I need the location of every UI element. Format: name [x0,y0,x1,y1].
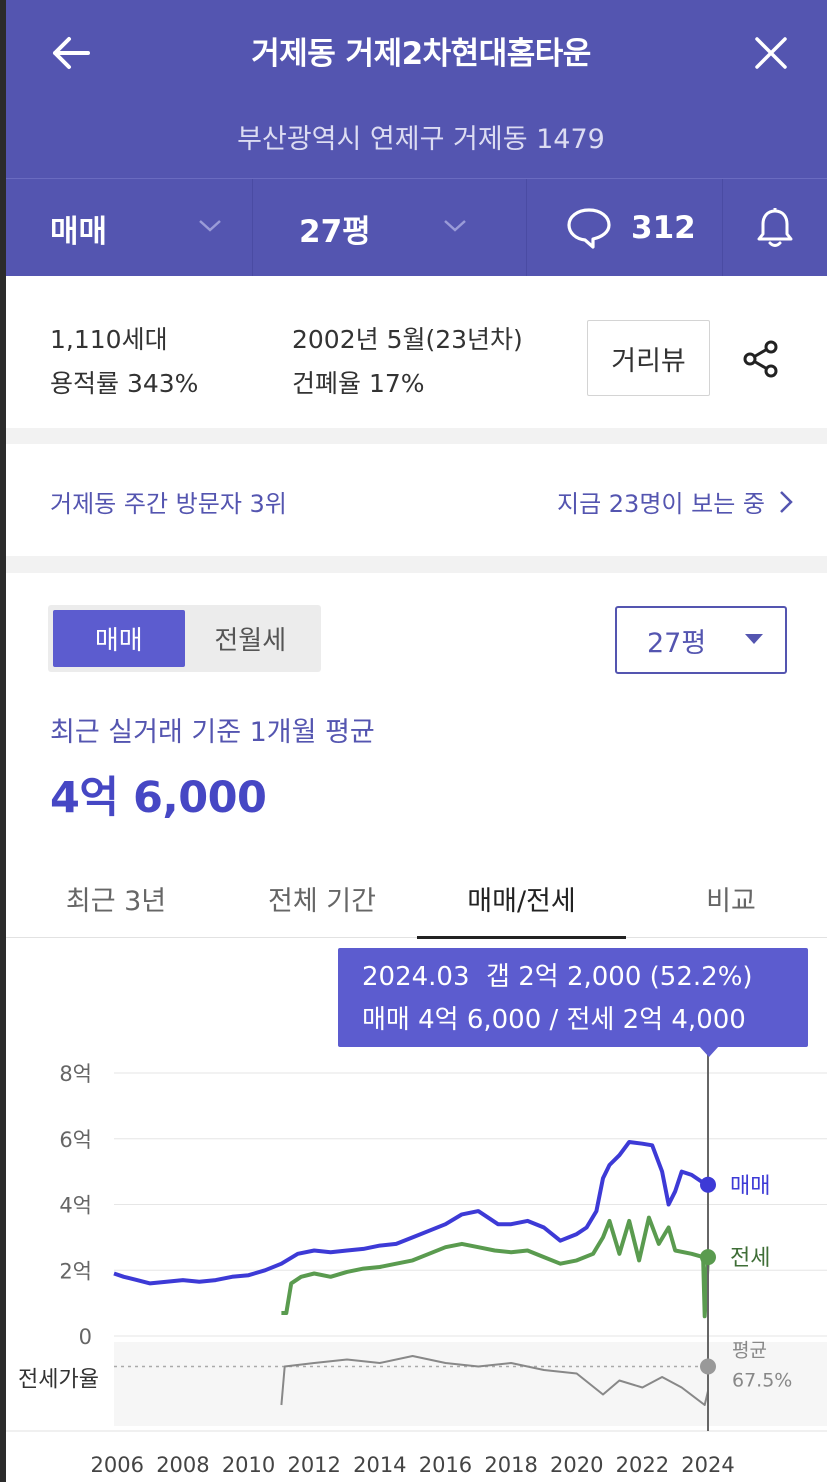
close-button[interactable] [746,28,796,78]
arrow-left-icon [53,37,90,69]
header-top: 거제동 거제2차현대홈타운 부산광역시 연제구 거제동 1479 [6,0,827,178]
x-tick-label: 2012 [287,1453,340,1477]
coverage-ratio: 건폐율 17% [292,369,425,398]
comment-count: 312 [631,210,696,246]
share-icon [743,340,778,378]
legend-ratio-avg-label: 평균 [732,1340,767,1362]
pyeong-label: 27평 [299,213,371,250]
visitor-row: 거제동 주간 방문자 3위 지금 23명이 보는 중 [6,444,827,556]
info-col-right: 2002년 5월(23년차) 건폐율 17% [292,318,523,406]
tooltip-gap-line: 2024.03 갭 2억 2,000 (52.2%) [362,962,753,992]
weekly-visitor-rank[interactable]: 거제동 주간 방문자 3위 [50,484,287,519]
households: 1,110세대 [50,325,168,354]
floor-area-ratio: 용적률 343% [50,369,199,398]
size-select[interactable]: 27평 [615,606,787,674]
jeonse-point-marker [700,1249,716,1266]
size-select-value: 27평 [647,627,707,659]
tooltip-arrow [699,1046,719,1057]
sale-point-marker [700,1176,716,1193]
y-tick-label: 6억 [59,1128,92,1152]
ratio-point-marker [700,1358,716,1375]
trade-type-dropdown[interactable]: 매매 [6,179,253,277]
trade-segment-control: 매매 전월세 [48,605,321,672]
street-view-button[interactable]: 거리뷰 [587,320,710,396]
y-tick-label: 0 [79,1325,92,1349]
avg-price-label: 최근 실거래 기준 1개월 평균 [50,717,375,748]
comments-button[interactable]: 312 [527,179,723,277]
built-year: 2002년 5월(23년차) [292,325,523,354]
tooltip-price-line: 매매 4억 6,000 / 전세 2억 4,000 [362,1005,746,1035]
chevron-down-icon [199,220,221,232]
period-tabs: 최근 3년 전체 기간 매매/전세 비교 [6,858,827,939]
legend-sale: 매매 [730,1174,770,1199]
x-tick-label: 2018 [484,1453,537,1477]
caret-down-icon [745,634,763,644]
address: 부산광역시 연제구 거제동 1479 [237,124,605,155]
x-tick-label: 2020 [550,1453,603,1477]
tab-all-period[interactable]: 전체 기간 [242,858,402,938]
trade-type-label: 매매 [50,213,108,250]
legend-ratio-avg-value: 67.5% [732,1370,792,1392]
tab-sale-jeonse[interactable]: 매매/전세 [417,858,626,939]
tab-recent-3y[interactable]: 최근 3년 [46,858,186,938]
chart-tooltip: 2024.03 갭 2억 2,000 (52.2%) 매매 4억 6,000 /… [338,948,808,1047]
y-tick-label: 2억 [59,1259,92,1283]
back-button[interactable] [46,28,96,78]
x-tick-label: 2024 [681,1453,734,1477]
share-button[interactable] [736,334,786,384]
watching-now-link[interactable]: 지금 23명이 보는 중 [557,484,793,519]
section-divider [6,556,827,573]
speech-bubble-icon [567,208,611,249]
jeonse-series-line [281,1215,710,1319]
x-tick-label: 2014 [353,1453,406,1477]
pyeong-dropdown[interactable]: 27평 [253,179,527,277]
chevron-down-icon [444,220,466,232]
segment-rent[interactable]: 전월세 [185,610,317,667]
x-tick-label: 2010 [222,1453,275,1477]
chevron-right-icon [780,490,793,513]
ratio-band [114,1342,827,1426]
header-filter-bar: 매매 27평 312 [6,178,827,277]
bell-icon [757,208,793,247]
info-col-left: 1,110세대 용적률 343% [50,318,198,406]
section-divider [6,428,827,444]
page-title: 거제동 거제2차현대홈타운 [251,36,591,72]
legend-ratio: 전세가율 [18,1368,99,1393]
notification-button[interactable] [723,179,827,277]
x-tick-label: 2016 [419,1453,472,1477]
legend-jeonse: 전세 [730,1246,770,1271]
watching-now-text: 지금 23명이 보는 중 [557,490,765,518]
close-icon [755,37,787,69]
x-tick-label: 2022 [616,1453,669,1477]
tab-compare[interactable]: 비교 [686,858,776,938]
x-tick-label: 2008 [156,1453,209,1477]
segment-sale[interactable]: 매매 [53,610,185,667]
y-tick-label: 4억 [59,1194,92,1218]
header: 거제동 거제2차현대홈타운 부산광역시 연제구 거제동 1479 매매 27평 … [6,0,827,277]
avg-price-value: 4억 6,000 [50,773,267,823]
x-tick-label: 2006 [91,1453,144,1477]
complex-info: 1,110세대 용적률 343% 2002년 5월(23년차) 건폐율 17% … [6,276,827,428]
y-tick-label: 8억 [59,1062,92,1086]
